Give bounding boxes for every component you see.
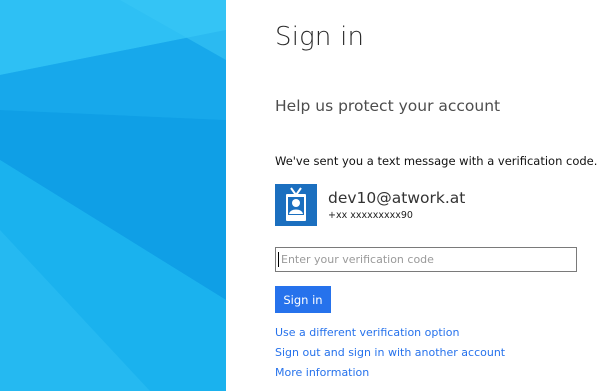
different-verification-option-link[interactable]: Use a different verification option: [275, 326, 459, 339]
page-subtitle: Help us protect your account: [275, 97, 501, 115]
signin-panel: Sign in Help us protect your account We'…: [226, 0, 600, 391]
account-email: dev10@atwork.at: [328, 189, 466, 207]
signin-button[interactable]: Sign in: [275, 286, 331, 313]
text-cursor: [278, 252, 279, 267]
page-title: Sign in: [275, 22, 365, 52]
account-phone: +xx xxxxxxxxx90: [328, 210, 413, 221]
sign-out-link[interactable]: Sign out and sign in with another accoun…: [275, 346, 505, 359]
hero-pattern: [0, 0, 226, 391]
more-information-link[interactable]: More information: [275, 366, 369, 379]
verification-code-input[interactable]: [275, 247, 577, 272]
id-badge-icon: [275, 184, 317, 226]
hero-background: [0, 0, 226, 391]
verification-message: We've sent you a text message with a ver…: [275, 154, 598, 168]
signin-page: Sign in Help us protect your account We'…: [0, 0, 600, 391]
